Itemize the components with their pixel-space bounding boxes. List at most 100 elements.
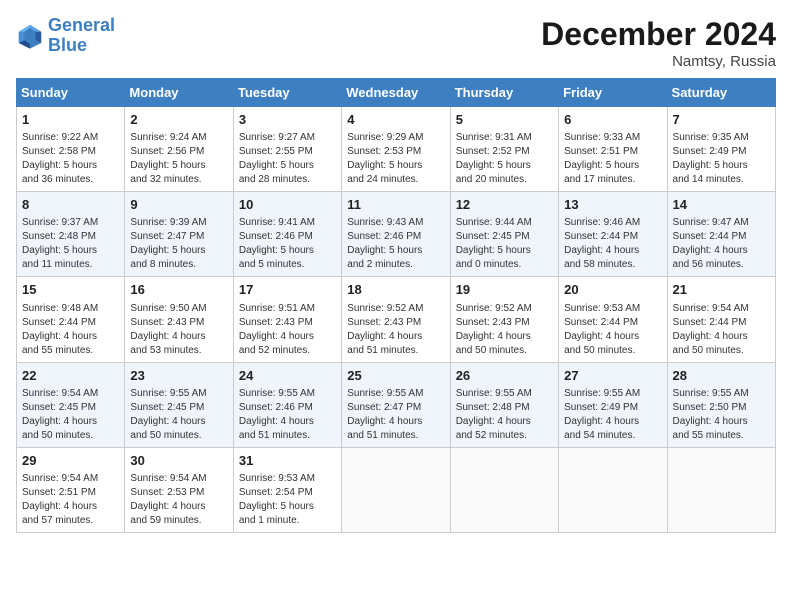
weekday-header-monday: Monday (125, 79, 233, 107)
day-number: 9 (130, 196, 227, 214)
weekday-header-row: SundayMondayTuesdayWednesdayThursdayFrid… (17, 79, 776, 107)
day-number: 24 (239, 367, 336, 385)
logo-text-block: General Blue (48, 16, 115, 56)
day-info: Sunrise: 9:54 AM Sunset: 2:51 PM Dayligh… (22, 472, 119, 528)
day-info: Sunrise: 9:44 AM Sunset: 2:45 PM Dayligh… (456, 216, 553, 272)
weekday-header-wednesday: Wednesday (342, 79, 450, 107)
calendar-week-row: 8 Sunrise: 9:37 AM Sunset: 2:48 PM Daylig… (17, 192, 776, 277)
day-number: 1 (22, 111, 119, 129)
calendar-week-row: 22 Sunrise: 9:54 AM Sunset: 2:45 PM Dayli… (17, 362, 776, 447)
day-info: Sunrise: 9:35 AM Sunset: 2:49 PM Dayligh… (673, 131, 770, 187)
day-info: Sunrise: 9:46 AM Sunset: 2:44 PM Dayligh… (564, 216, 661, 272)
day-info: Sunrise: 9:52 AM Sunset: 2:43 PM Dayligh… (456, 302, 553, 358)
day-number: 23 (130, 367, 227, 385)
day-number: 18 (347, 281, 444, 299)
calendar-cell: 30Sunrise: 9:54 AM Sunset: 2:53 PM Dayli… (125, 447, 233, 532)
calendar-cell: 13 Sunrise: 9:46 AM Sunset: 2:44 PM Dayli… (559, 192, 667, 277)
day-number: 6 (564, 111, 661, 129)
calendar-week-row: 1 Sunrise: 9:22 AM Sunset: 2:58 PM Daylig… (17, 107, 776, 192)
calendar-cell (667, 447, 775, 532)
day-number: 21 (673, 281, 770, 299)
calendar-week-row: 29 Sunrise: 9:54 AM Sunset: 2:51 PM Dayli… (17, 447, 776, 532)
day-info: Sunrise: 9:48 AM Sunset: 2:44 PM Dayligh… (22, 302, 119, 358)
calendar-cell: 20 Sunrise: 9:53 AM Sunset: 2:44 PM Dayli… (559, 277, 667, 362)
day-info: Sunrise: 9:55 AM Sunset: 2:47 PM Dayligh… (347, 387, 444, 443)
day-number: 14 (673, 196, 770, 214)
day-info: Sunrise: 9:54 AM Sunset: 2:45 PM Dayligh… (22, 387, 119, 443)
logo-general: General (48, 15, 115, 35)
logo-blue: Blue (48, 35, 87, 55)
day-info: Sunrise: 9:55 AM Sunset: 2:45 PM Dayligh… (130, 387, 227, 443)
calendar-cell: 29 Sunrise: 9:54 AM Sunset: 2:51 PM Dayli… (17, 447, 125, 532)
day-number: 7 (673, 111, 770, 129)
day-number: 10 (239, 196, 336, 214)
day-number: 11 (347, 196, 444, 214)
day-number: 28 (673, 367, 770, 385)
day-number: 27 (564, 367, 661, 385)
day-info: Sunrise: 9:29 AM Sunset: 2:53 PM Dayligh… (347, 131, 444, 187)
day-info: Sunrise: 9:47 AM Sunset: 2:44 PM Dayligh… (673, 216, 770, 272)
calendar-cell: 5Sunrise: 9:31 AM Sunset: 2:52 PM Daylig… (450, 107, 558, 192)
day-number: 31 (239, 452, 336, 470)
calendar-cell: 11 Sunrise: 9:43 AM Sunset: 2:46 PM Dayli… (342, 192, 450, 277)
calendar-table: SundayMondayTuesdayWednesdayThursdayFrid… (16, 78, 776, 533)
day-number: 13 (564, 196, 661, 214)
calendar-cell: 1 Sunrise: 9:22 AM Sunset: 2:58 PM Daylig… (17, 107, 125, 192)
day-number: 3 (239, 111, 336, 129)
calendar-cell: 22 Sunrise: 9:54 AM Sunset: 2:45 PM Dayli… (17, 362, 125, 447)
day-info: Sunrise: 9:33 AM Sunset: 2:51 PM Dayligh… (564, 131, 661, 187)
day-info: Sunrise: 9:54 AM Sunset: 2:44 PM Dayligh… (673, 302, 770, 358)
day-number: 22 (22, 367, 119, 385)
calendar-cell: 15 Sunrise: 9:48 AM Sunset: 2:44 PM Dayli… (17, 277, 125, 362)
day-number: 8 (22, 196, 119, 214)
day-number: 19 (456, 281, 553, 299)
title-block: December 2024 Namtsy, Russia (541, 16, 776, 70)
day-info: Sunrise: 9:37 AM Sunset: 2:48 PM Dayligh… (22, 216, 119, 272)
weekday-header-tuesday: Tuesday (233, 79, 341, 107)
calendar-cell: 6 Sunrise: 9:33 AM Sunset: 2:51 PM Daylig… (559, 107, 667, 192)
day-info: Sunrise: 9:55 AM Sunset: 2:49 PM Dayligh… (564, 387, 661, 443)
logo: General Blue (16, 16, 115, 56)
day-number: 29 (22, 452, 119, 470)
day-number: 16 (130, 281, 227, 299)
calendar-cell: 31Sunrise: 9:53 AM Sunset: 2:54 PM Dayli… (233, 447, 341, 532)
day-info: Sunrise: 9:27 AM Sunset: 2:55 PM Dayligh… (239, 131, 336, 187)
day-info: Sunrise: 9:43 AM Sunset: 2:46 PM Dayligh… (347, 216, 444, 272)
day-number: 2 (130, 111, 227, 129)
location: Namtsy, Russia (541, 53, 776, 70)
weekday-header-thursday: Thursday (450, 79, 558, 107)
weekday-header-friday: Friday (559, 79, 667, 107)
calendar-cell (559, 447, 667, 532)
calendar-cell (450, 447, 558, 532)
calendar-cell: 25 Sunrise: 9:55 AM Sunset: 2:47 PM Dayli… (342, 362, 450, 447)
day-info: Sunrise: 9:55 AM Sunset: 2:50 PM Dayligh… (673, 387, 770, 443)
day-number: 20 (564, 281, 661, 299)
day-info: Sunrise: 9:41 AM Sunset: 2:46 PM Dayligh… (239, 216, 336, 272)
day-info: Sunrise: 9:22 AM Sunset: 2:58 PM Dayligh… (22, 131, 119, 187)
calendar-cell: 17Sunrise: 9:51 AM Sunset: 2:43 PM Dayli… (233, 277, 341, 362)
logo-icon (16, 22, 44, 50)
day-number: 12 (456, 196, 553, 214)
day-number: 26 (456, 367, 553, 385)
day-info: Sunrise: 9:53 AM Sunset: 2:44 PM Dayligh… (564, 302, 661, 358)
calendar-cell: 26Sunrise: 9:55 AM Sunset: 2:48 PM Dayli… (450, 362, 558, 447)
calendar-cell: 21 Sunrise: 9:54 AM Sunset: 2:44 PM Dayli… (667, 277, 775, 362)
calendar-cell: 28 Sunrise: 9:55 AM Sunset: 2:50 PM Dayli… (667, 362, 775, 447)
calendar-cell: 7 Sunrise: 9:35 AM Sunset: 2:49 PM Daylig… (667, 107, 775, 192)
day-info: Sunrise: 9:24 AM Sunset: 2:56 PM Dayligh… (130, 131, 227, 187)
day-number: 17 (239, 281, 336, 299)
calendar-cell: 10 Sunrise: 9:41 AM Sunset: 2:46 PM Dayli… (233, 192, 341, 277)
calendar-cell: 24 Sunrise: 9:55 AM Sunset: 2:46 PM Dayli… (233, 362, 341, 447)
calendar-cell: 14 Sunrise: 9:47 AM Sunset: 2:44 PM Dayli… (667, 192, 775, 277)
day-number: 15 (22, 281, 119, 299)
month-title: December 2024 (541, 16, 776, 53)
day-info: Sunrise: 9:55 AM Sunset: 2:46 PM Dayligh… (239, 387, 336, 443)
calendar-cell: 8 Sunrise: 9:37 AM Sunset: 2:48 PM Daylig… (17, 192, 125, 277)
calendar-cell (342, 447, 450, 532)
day-number: 30 (130, 452, 227, 470)
calendar-week-row: 15 Sunrise: 9:48 AM Sunset: 2:44 PM Dayli… (17, 277, 776, 362)
calendar-cell: 3 Sunrise: 9:27 AM Sunset: 2:55 PM Daylig… (233, 107, 341, 192)
day-number: 25 (347, 367, 444, 385)
weekday-header-sunday: Sunday (17, 79, 125, 107)
day-number: 5 (456, 111, 553, 129)
